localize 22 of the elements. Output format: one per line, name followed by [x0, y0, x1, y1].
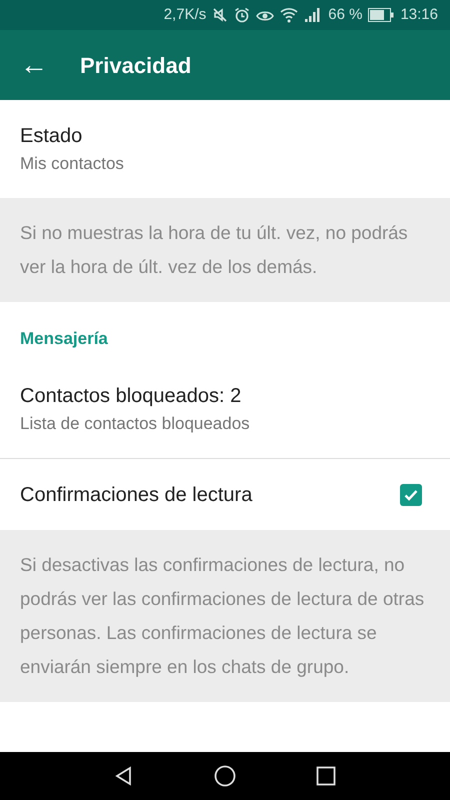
alarm-icon [234, 7, 250, 23]
signal-icon [304, 7, 322, 23]
home-icon[interactable] [214, 765, 236, 787]
back-button[interactable]: ← [20, 51, 48, 79]
setting-title: Estado [20, 124, 84, 149]
toolbar-title: Privacidad [80, 52, 192, 80]
battery-percent: 66 % [328, 4, 362, 25]
clock-time: 13:16 [400, 4, 438, 25]
info-note: Si desactivas las confirmaciones de lectura, no podrás ver las confirmaciones de lectura de otras personas. Las confirmaciones de lectura se enviarán siempre en los chats de grupo. [0, 530, 450, 702]
back-icon[interactable] [114, 766, 134, 786]
recents-icon[interactable] [316, 766, 336, 786]
network-speed: 2,7K/s [164, 4, 206, 25]
setting-title: Confirmaciones de lectura [20, 482, 252, 508]
setting-subtitle: Lista de contactos bloqueados [20, 413, 251, 435]
battery-icon [368, 8, 394, 22]
checkbox[interactable] [400, 484, 422, 506]
info-note: Si no muestras la hora de tu últ. vez, no podrás ver la hora de últ. vez de los demás. [0, 198, 450, 302]
setting-subtitle: Mis contactos [20, 153, 125, 175]
wifi-icon [280, 7, 298, 23]
mute-icon [212, 7, 228, 23]
setting-title: Contactos bloqueados: 2 [20, 384, 242, 409]
section-header: Mensajería [20, 329, 108, 348]
